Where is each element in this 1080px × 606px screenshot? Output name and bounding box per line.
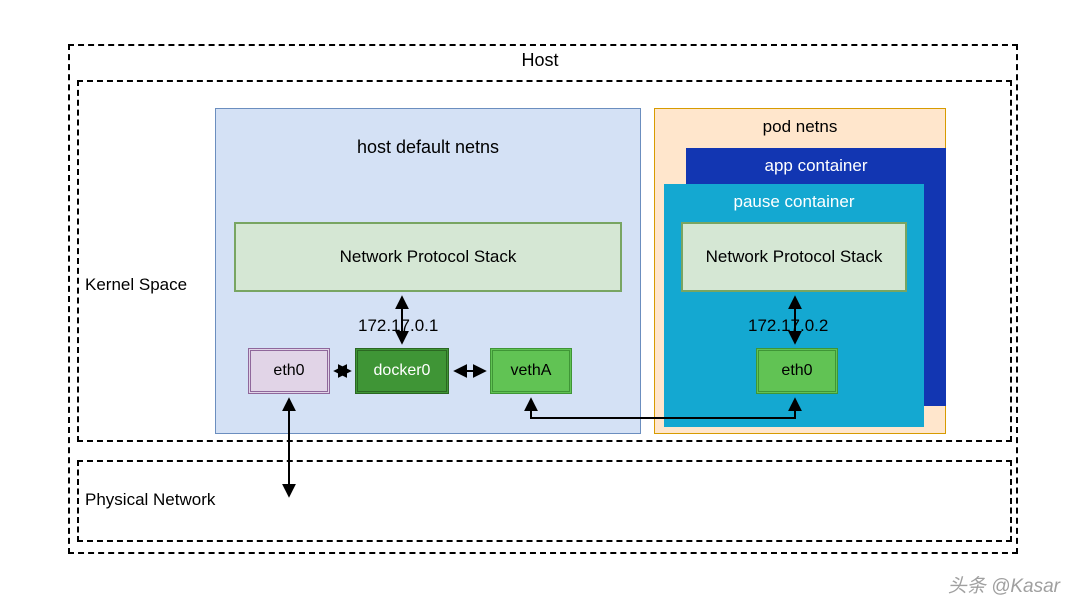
- app-container-label: app container: [686, 156, 946, 176]
- physical-network-box: [77, 460, 1012, 542]
- watermark: 头条 @Kasar: [948, 571, 1060, 598]
- host-title: Host: [0, 50, 1080, 71]
- network-protocol-stack-host: Network Protocol Stack: [234, 222, 622, 292]
- network-protocol-stack-pod: Network Protocol Stack: [681, 222, 907, 292]
- pod-netns-title: pod netns: [655, 117, 945, 137]
- interface-vethA: vethA: [490, 348, 572, 394]
- interface-docker0: docker0: [355, 348, 449, 394]
- host-netns-title: host default netns: [216, 137, 640, 158]
- interface-eth0-host: eth0: [248, 348, 330, 394]
- pod-eth0-ip: 172.17.0.2: [748, 316, 828, 336]
- interface-eth0-pod: eth0: [756, 348, 838, 394]
- kernel-space-label: Kernel Space: [85, 275, 187, 295]
- pause-container-label: pause container: [664, 192, 924, 212]
- docker0-ip: 172.17.0.1: [358, 316, 438, 336]
- physical-network-label: Physical Network: [85, 490, 215, 510]
